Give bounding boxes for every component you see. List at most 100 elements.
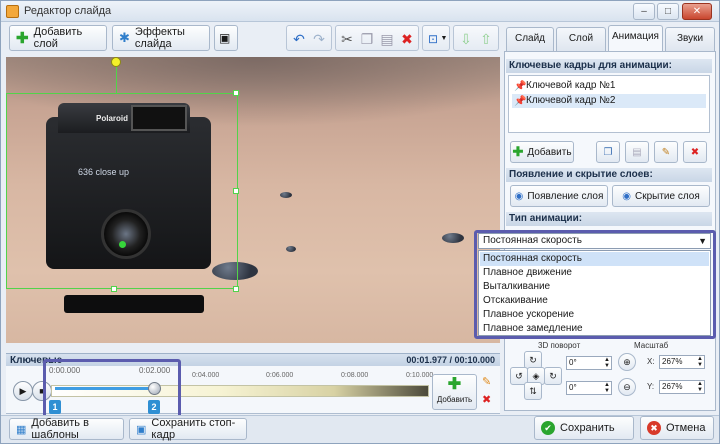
cancel-button[interactable]: ✖ Отмена bbox=[640, 416, 714, 440]
zoom-in-icon[interactable]: ⊕ bbox=[618, 353, 636, 371]
keyframes-header: Ключевые кадры для анимации: bbox=[506, 59, 712, 73]
scale-y-input[interactable]: 267% ▲ ▼ bbox=[659, 380, 705, 394]
rotation-y-input[interactable]: 0° ▲ ▼ bbox=[566, 381, 612, 395]
copy-icon: ❐ bbox=[603, 146, 613, 158]
paste-keyframe-button[interactable]: ▤ bbox=[625, 141, 649, 163]
dropdown-highlight bbox=[474, 230, 716, 339]
hide-layer-button[interactable]: ◉ Скрытие слоя bbox=[612, 185, 710, 207]
spin-arrows-icon[interactable]: ▲ ▼ bbox=[697, 356, 703, 368]
show-layer-label: Появление слоя bbox=[527, 190, 604, 202]
rotation-x-input[interactable]: 0° ▲ ▼ bbox=[566, 356, 612, 370]
add-to-templates-button[interactable]: ▦ Добавить в шаблоны bbox=[9, 417, 124, 441]
resize-handle[interactable] bbox=[233, 188, 239, 194]
plus-icon: ✚ bbox=[16, 30, 29, 47]
plus-icon: ✚ bbox=[512, 144, 524, 159]
hide-layer-label: Скрытие слоя bbox=[634, 190, 700, 202]
animation-type-header: Тип анимации: bbox=[506, 212, 712, 226]
tab-slide[interactable]: Слайд bbox=[506, 27, 554, 51]
chevron-down-icon[interactable]: ▼ bbox=[440, 31, 448, 47]
slide-canvas[interactable]: Polaroid 636 close up bbox=[6, 57, 500, 343]
edit-keyframe-button[interactable]: ✎ bbox=[654, 141, 678, 163]
paste-icon[interactable]: ▤ bbox=[379, 31, 395, 47]
tick-label: 0:10.000 bbox=[406, 372, 434, 379]
slide-effects-button[interactable]: ✱ Эффекты слайда bbox=[112, 25, 210, 51]
cancel-icon: ✖ bbox=[647, 421, 661, 435]
resize-handle[interactable] bbox=[233, 90, 239, 96]
camera-slot bbox=[64, 295, 204, 313]
close-button[interactable]: ✕ bbox=[682, 3, 712, 20]
scale-x-label: X: bbox=[647, 357, 655, 366]
copy-keyframe-button[interactable]: ❐ bbox=[596, 141, 620, 163]
show-layer-button[interactable]: ◉ Появление слоя bbox=[510, 185, 608, 207]
fit-icon[interactable]: ⊡ bbox=[425, 31, 441, 47]
play-button[interactable]: ▶ bbox=[13, 381, 33, 401]
tab-sounds[interactable]: Звуки bbox=[665, 27, 715, 51]
keyframe-label: Ключевой кадр №2 bbox=[526, 95, 616, 106]
save-button[interactable]: ✔ Сохранить bbox=[534, 416, 634, 440]
undo-icon[interactable]: ↶ bbox=[291, 31, 307, 47]
delete-icon[interactable]: ✖ bbox=[399, 31, 415, 47]
timeline-add-button[interactable]: ✚ Добавить bbox=[432, 374, 477, 410]
eye-icon: ◉ bbox=[514, 190, 524, 202]
spin-arrows-icon[interactable]: ▲ ▼ bbox=[604, 357, 610, 369]
keyframe-label: Ключевой кадр №1 bbox=[526, 80, 616, 91]
tab-animation[interactable]: Анимация bbox=[608, 25, 663, 52]
layer-order-group: ⇩ ⇧ bbox=[453, 25, 499, 51]
scale-x-input[interactable]: 267% ▲ ▼ bbox=[659, 355, 705, 369]
tick-label: 0:06.000 bbox=[266, 372, 294, 379]
list-item[interactable]: 📌 Ключевой кадр №1 bbox=[512, 79, 706, 93]
selection-box[interactable] bbox=[6, 93, 238, 289]
minimize-button[interactable]: – bbox=[633, 3, 655, 20]
tab-strip: Слайд Слой Анимация Звуки bbox=[504, 25, 716, 52]
copy-icon[interactable]: ❐ bbox=[359, 31, 375, 47]
rotation-x-value: 0° bbox=[569, 358, 577, 367]
flip-icon[interactable]: ⇅ bbox=[524, 382, 542, 400]
delete-icon[interactable]: ✖ bbox=[482, 393, 491, 406]
scale-x-value: 267% bbox=[662, 357, 683, 366]
add-layer-label: Добавить слой bbox=[33, 26, 83, 50]
toolbar: ✚ Добавить слой ✱ Эффекты слайда ▣ ↶ ↷ ✂… bbox=[5, 25, 499, 53]
plus-icon: ✚ bbox=[447, 376, 462, 393]
properties-panel: Слайд Слой Анимация Звуки Ключевые кадры… bbox=[504, 25, 716, 411]
arrow-up-icon[interactable]: ⇧ bbox=[478, 31, 494, 47]
window-title: Редактор слайда bbox=[24, 5, 112, 17]
zoom-out-icon[interactable]: ⊖ bbox=[618, 378, 636, 396]
resize-handle[interactable] bbox=[233, 286, 239, 292]
timeline-add-label: Добавить bbox=[436, 395, 473, 404]
rotation-line bbox=[116, 67, 117, 93]
scale-y-value: 267% bbox=[662, 382, 683, 391]
rotate-right-icon[interactable]: ↻ bbox=[544, 367, 562, 385]
add-keyframe-button[interactable]: ✚ Добавить bbox=[510, 141, 574, 163]
stone bbox=[286, 246, 296, 252]
spin-arrows-icon[interactable]: ▲ ▼ bbox=[604, 382, 610, 394]
add-keyframe-label: Добавить bbox=[527, 146, 572, 158]
tick-label: 0:08.000 bbox=[341, 372, 369, 379]
add-templates-label: Добавить в шаблоны bbox=[31, 417, 89, 441]
cut-icon[interactable]: ✂ bbox=[339, 31, 355, 47]
stone bbox=[280, 192, 292, 198]
spin-arrows-icon[interactable]: ▲ ▼ bbox=[697, 381, 703, 393]
redo-icon[interactable]: ↷ bbox=[311, 31, 327, 47]
add-layer-button[interactable]: ✚ Добавить слой bbox=[9, 25, 107, 51]
camera-button[interactable]: ▣ bbox=[214, 25, 238, 51]
brush-icon: ✎ bbox=[661, 146, 671, 158]
pencil-icon[interactable]: ✎ bbox=[482, 375, 491, 388]
paste-icon: ▤ bbox=[632, 146, 642, 158]
bottom-bar: ▦ Добавить в шаблоны ▣ Сохранить стоп-ка… bbox=[1, 415, 719, 443]
appearance-header: Появление и скрытие слоев: bbox=[506, 168, 712, 182]
stone bbox=[442, 233, 464, 243]
list-item[interactable]: 📌 Ключевой кадр №2 bbox=[512, 94, 706, 108]
rotation-label: 3D поворот bbox=[538, 341, 581, 350]
maximize-button[interactable]: □ bbox=[657, 3, 679, 20]
delete-keyframe-button[interactable]: ✖ bbox=[683, 141, 707, 163]
scale-y-label: Y: bbox=[647, 382, 655, 391]
cancel-label: Отмена bbox=[666, 422, 706, 434]
keyframe-list: 📌 Ключевой кадр №1 📌 Ключевой кадр №2 bbox=[508, 75, 710, 133]
pin-icon: 📌 bbox=[514, 96, 527, 107]
save-frame-button[interactable]: ▣ Сохранить стоп-кадр bbox=[129, 417, 247, 441]
time-display: 00:01.977 / 00:10.000 bbox=[406, 355, 495, 365]
tab-layer[interactable]: Слой bbox=[556, 27, 606, 51]
arrow-down-icon[interactable]: ⇩ bbox=[458, 31, 474, 47]
resize-handle[interactable] bbox=[111, 286, 117, 292]
rotation-handle[interactable] bbox=[111, 57, 121, 67]
